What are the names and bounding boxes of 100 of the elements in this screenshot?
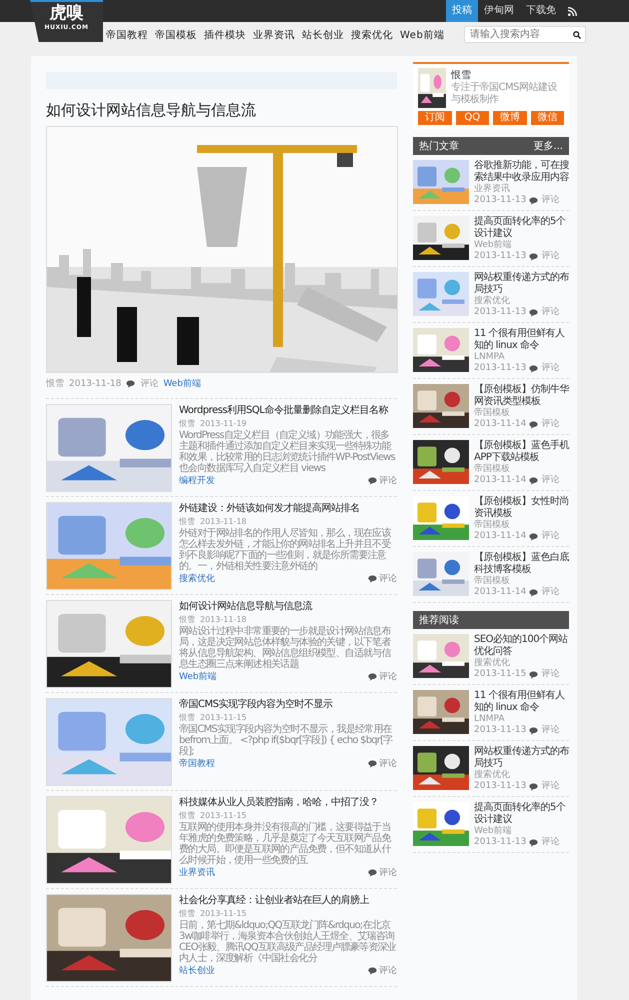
category-link[interactable]: Web前端 <box>179 671 217 683</box>
nav-link[interactable]: 业界资讯 <box>253 28 295 42</box>
comment-icon <box>368 760 377 768</box>
comment-link[interactable]: 评论 <box>541 195 560 206</box>
article-link[interactable]: 【原创模板】蓝色白底科技博客模板 <box>474 552 569 576</box>
article-link[interactable]: SEO必知的100个网站优化问答 <box>474 634 569 658</box>
top-link[interactable]: 下载免 <box>520 0 562 22</box>
comment-link[interactable]: 评论 <box>379 475 397 487</box>
category-link[interactable]: 业界资讯 <box>179 867 215 879</box>
author-text: 恨雪 <box>179 712 195 724</box>
date-text: 2013-11-15 <box>200 810 246 822</box>
article-title[interactable]: 社会化分享真经：让创业者站在巨人的肩膀上 <box>179 894 397 908</box>
comment-link[interactable]: 评论 <box>541 363 560 374</box>
follow-button[interactable]: 微信 <box>530 111 564 125</box>
article-title[interactable]: 科技媒体从业人员装腔指南，哈哈，中招了没？ <box>179 796 397 810</box>
nav-link[interactable]: 站长创业 <box>302 28 344 42</box>
section-title: 推荐阅读 <box>419 614 459 627</box>
category-link[interactable]: Web前端 <box>163 377 201 390</box>
date-text: 2013-11-13 <box>474 725 526 736</box>
date-text: 2013-11-13 <box>474 251 526 262</box>
category-link[interactable]: 站长创业 <box>179 965 215 977</box>
article-link[interactable]: 11 个很有用但鲜有人知的 linux 命令 <box>474 328 569 352</box>
top-link[interactable]: 投稿 <box>446 0 478 22</box>
comment-icon <box>529 476 538 484</box>
date-text: 2013-11-13 <box>474 195 526 206</box>
nav-link[interactable]: 插件模块 <box>204 28 246 42</box>
comment-icon <box>529 364 538 372</box>
date-text: 2013-11-14 <box>474 587 526 598</box>
more-link[interactable]: 更多... <box>533 139 563 153</box>
article-link[interactable]: 提高页面转化率的5个设计建议 <box>474 216 569 240</box>
comment-icon <box>368 575 377 583</box>
section-title: 热门文章 <box>419 140 459 153</box>
follow-button[interactable]: 订阅 <box>418 111 452 125</box>
comment-link[interactable]: 评论 <box>379 965 397 977</box>
category-label: Web前端 <box>474 240 513 251</box>
author-text: 恨雪 <box>46 378 64 390</box>
article-link[interactable]: 11 个很有用但鲜有人知的 linux 命令 <box>474 690 569 714</box>
comment-link[interactable]: 评论 <box>140 377 158 390</box>
comment-link[interactable]: 评论 <box>541 781 560 792</box>
nav-link[interactable]: 搜索优化 <box>351 28 393 42</box>
comment-link[interactable]: 评论 <box>379 573 397 585</box>
comment-link[interactable]: 评论 <box>541 531 560 542</box>
category-label: 搜索优化 <box>474 296 511 307</box>
article-link[interactable]: 提高页面转化率的5个设计建议 <box>474 802 569 826</box>
featured-title[interactable]: 如何设计网站信息导航与信息流 <box>46 101 397 120</box>
follow-button[interactable]: 微博 <box>493 111 526 125</box>
article-excerpt: 帝国CMS实现字段内容为空时不显示，我是经常用在befrom上面。 <?php if($bqr[字段]) { echo $bqr[字段]; <box>179 724 394 757</box>
date-text: 2013-11-18 <box>200 614 246 626</box>
comment-link[interactable]: 评论 <box>541 307 560 318</box>
category-label: LNMPA <box>474 352 506 363</box>
profile-bio: 专注于帝国CMS网站建设与模板制作 <box>450 82 558 106</box>
category-link[interactable]: 编程开发 <box>179 475 215 487</box>
comment-link[interactable]: 评论 <box>541 669 560 680</box>
date-text: 2013-11-14 <box>474 475 526 486</box>
comment-link[interactable]: 评论 <box>541 475 560 486</box>
date-text: 2013-11-15 <box>200 712 246 724</box>
comment-icon <box>529 670 538 678</box>
article-title[interactable]: 如何设计网站信息导航与信息流 <box>179 600 397 614</box>
comment-link[interactable]: 评论 <box>541 725 560 736</box>
category-label: 业界资讯 <box>474 184 511 195</box>
date-text: 2013-11-13 <box>474 781 526 792</box>
follow-button[interactable]: QQ <box>456 111 489 125</box>
article-link[interactable]: 谷歌推新功能，可在搜索结果中收录应用内容 <box>474 160 569 184</box>
comment-icon <box>368 869 377 877</box>
date-text: 2013-11-13 <box>474 307 526 318</box>
article-excerpt: 互联网的使用本身并没有很高的门槛，这要得益于当年雅虎的免费策略，几乎是奠定了今天互联网产品免费的大局。即便是互联网的产品免费，但不知道从什么时候开始，使用一些免费的互 <box>179 822 392 866</box>
search-field[interactable]: 请输入搜索内容 <box>464 26 586 43</box>
comment-link[interactable]: 评论 <box>541 837 560 848</box>
date-text: 2013-11-14 <box>474 531 526 542</box>
comment-link[interactable]: 评论 <box>541 251 560 262</box>
category-link[interactable]: 搜索优化 <box>179 573 215 585</box>
comment-link[interactable]: 评论 <box>541 587 560 598</box>
article-link[interactable]: 网站权重传递方式的布局技巧 <box>474 272 569 296</box>
article-title[interactable]: 帝国CMS实现字段内容为空时不显示 <box>179 698 397 712</box>
article-title[interactable]: 外链建设：外链该如何发才能提高网站排名 <box>179 502 397 516</box>
category-label: 帝国模板 <box>474 408 511 419</box>
category-link[interactable]: 帝国教程 <box>179 758 215 770</box>
comment-icon <box>529 308 538 316</box>
comment-link[interactable]: 评论 <box>379 758 397 770</box>
date-text: 2013-11-18 <box>200 516 246 528</box>
article-excerpt: 外链对于网站排名的作用人尽皆知，那么，现在应该怎么样去发外链，才能让你的网站排名上升并且不受到不良影响呢?下面的一些准则，就是你所需要注意的。一，外链相关性要注意外链的 <box>179 528 392 572</box>
logo-text: 虎嗅 <box>50 2 84 24</box>
nav-link[interactable]: 帝国模板 <box>155 28 197 42</box>
comment-link[interactable]: 评论 <box>541 419 560 430</box>
top-link[interactable]: 伊甸网 <box>478 0 520 22</box>
comment-link[interactable]: 评论 <box>379 671 397 683</box>
article-link[interactable]: 【原创模板】蓝色手机APP下载站模板 <box>474 440 569 464</box>
comment-link[interactable]: 评论 <box>379 867 397 879</box>
nav-link[interactable]: Web前端 <box>400 28 444 42</box>
article-link[interactable]: 【原创模板】仿制牛华网资讯类型模板 <box>474 384 569 408</box>
date-text: 2013-11-13 <box>474 837 526 848</box>
comment-icon <box>368 477 377 485</box>
date-text: 2013-11-15 <box>474 669 526 680</box>
article-title[interactable]: Wordpress利用SQL命令批量删除自定义栏目名称 <box>179 404 397 418</box>
search-icon[interactable] <box>573 30 581 38</box>
comment-icon <box>368 967 377 975</box>
nav-link[interactable]: 帝国教程 <box>106 28 148 42</box>
rss-icon[interactable] <box>568 6 577 16</box>
article-link[interactable]: 网站权重传递方式的布局技巧 <box>474 746 569 770</box>
article-link[interactable]: 【原创模板】女性时尚资讯模板 <box>474 496 569 520</box>
